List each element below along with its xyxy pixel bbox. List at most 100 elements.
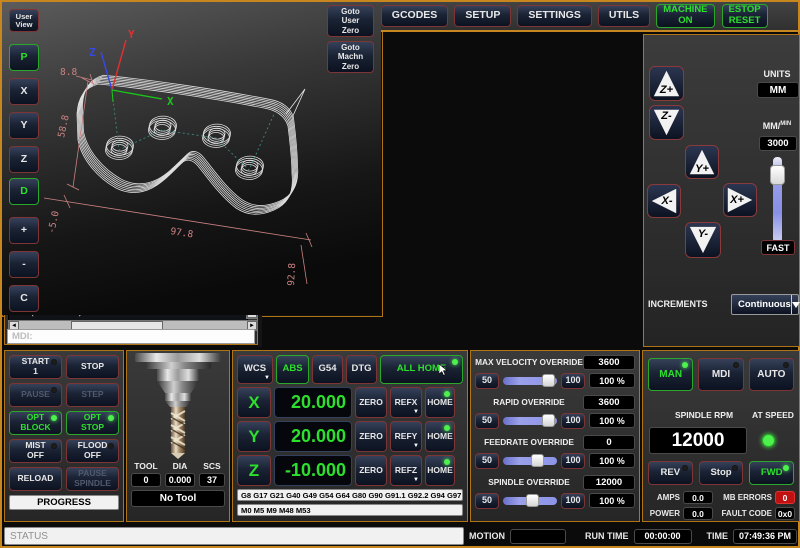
mode-panel: MAN MDI AUTO SPINDLE RPM AT SPEED 12000 … — [642, 350, 800, 522]
auto-mode-button[interactable]: AUTO — [749, 358, 794, 391]
motion-value — [510, 529, 566, 544]
override-slider[interactable] — [503, 417, 557, 425]
man-mode-button[interactable]: MAN — [648, 358, 693, 391]
fast-button[interactable]: FAST — [761, 240, 795, 255]
increments-label: INCREMENTS — [646, 299, 718, 309]
zero-z-button[interactable]: ZERO — [355, 455, 387, 486]
override-max-button[interactable]: 100 — [561, 413, 585, 429]
opt-stop-button[interactable]: OPT STOP — [66, 411, 119, 435]
dro-value-z: -10.000 — [274, 455, 352, 486]
amps-label: AMPS — [647, 493, 680, 502]
override-label: RAPID OVERRIDE — [475, 397, 583, 407]
time-label: TIME — [707, 531, 729, 541]
zero-x-button[interactable]: ZERO — [355, 387, 387, 418]
spindle-override: SPINDLE OVERRIDE1200050100100 % — [475, 474, 635, 511]
mdi-input[interactable]: MDI: — [7, 329, 255, 344]
view-button-user-view[interactable]: User View — [9, 9, 39, 32]
feed-unit-label: MM/MIN — [754, 121, 800, 131]
home-y-button[interactable]: HOME — [425, 421, 455, 452]
mdi-mode-button[interactable]: MDI — [698, 358, 743, 391]
view-button-y[interactable]: Y — [9, 112, 39, 139]
override-min-button[interactable]: 50 — [475, 493, 499, 509]
step-button[interactable]: STEP — [66, 383, 119, 407]
spindle-fwd-button[interactable]: FWD — [749, 461, 794, 485]
progress-bar: PROGRESS — [9, 495, 119, 510]
time-value: 07:49:36 PM — [733, 529, 797, 544]
override-percent: 100 % — [589, 493, 635, 508]
home-z-button[interactable]: HOME — [425, 455, 455, 486]
g54-button[interactable]: G54 — [312, 355, 343, 384]
jog-z-plus-button[interactable]: Z+ — [649, 66, 684, 101]
dtg-button[interactable]: DTG — [346, 355, 377, 384]
tab-settings[interactable]: SETTINGS — [517, 5, 592, 27]
tab-setup[interactable]: SETUP — [454, 5, 511, 27]
override-min-button[interactable]: 50 — [475, 373, 499, 389]
jog-x-plus-button[interactable]: X+ — [723, 183, 757, 217]
chevron-down-icon[interactable] — [791, 295, 800, 314]
override-min-button[interactable]: 50 — [475, 453, 499, 469]
rapid-override: RAPID OVERRIDE360050100100 % — [475, 394, 635, 431]
view-button-d[interactable]: D — [9, 178, 39, 205]
view-button-+[interactable]: + — [9, 217, 39, 244]
wcs-button[interactable]: WCS▼ — [237, 355, 273, 384]
override-min-button[interactable]: 50 — [475, 413, 499, 429]
spindle-rpm-display: 12000 — [649, 427, 747, 454]
override-value: 12000 — [583, 475, 635, 490]
tab-utils[interactable]: UTILS — [598, 5, 650, 27]
flood-off-button[interactable]: FLOOD OFF — [66, 439, 119, 463]
tool-diameter: 0.000 — [165, 473, 195, 487]
home-x-button[interactable]: HOME — [425, 387, 455, 418]
estop-reset-button[interactable]: ESTOP RESET — [722, 4, 768, 28]
spindle-rev-button[interactable]: REV — [648, 461, 693, 485]
refx-button[interactable]: REFX▼ — [390, 387, 422, 418]
jog-z-minus-button[interactable]: Z- — [649, 105, 684, 140]
jog-x-minus-button[interactable]: X- — [647, 184, 681, 218]
at-speed-label: AT SPEED — [749, 410, 797, 420]
goto-machine-zero-button[interactable]: Goto Machn Zero — [327, 41, 374, 73]
mb-errors-label: MB ERRORS — [716, 493, 772, 502]
override-slider[interactable] — [503, 457, 557, 465]
goto-user-zero-button[interactable]: Goto User Zero — [327, 5, 374, 37]
override-max-button[interactable]: 100 — [561, 373, 585, 389]
fault-code-label: FAULT CODE — [716, 509, 772, 518]
override-slider[interactable] — [503, 497, 557, 505]
tool-scs: 37 — [199, 473, 225, 487]
axis-x-button[interactable]: X — [237, 387, 271, 418]
dim-right: 92.8 — [286, 262, 298, 286]
view-button--[interactable]: - — [9, 251, 39, 278]
pause-button[interactable]: PAUSE — [9, 383, 62, 407]
all-home-button[interactable]: ALL HOME — [380, 355, 463, 384]
zero-y-button[interactable]: ZERO — [355, 421, 387, 452]
axis-y-button[interactable]: Y — [237, 421, 271, 452]
dro-panel: WCS▼ ABS G54 DTG ALL HOME X20.000ZEROREF… — [232, 350, 468, 522]
spindle-stop-button[interactable]: Stop — [699, 461, 744, 485]
axis-label-z: Z — [89, 46, 96, 59]
pause-spindle-button[interactable]: PAUSE SPINDLE — [66, 467, 119, 491]
increments-dropdown[interactable]: Continuous — [731, 294, 799, 315]
view-button-z[interactable]: Z — [9, 146, 39, 173]
start-1-button[interactable]: START 1 — [9, 355, 62, 379]
refz-button[interactable]: REFZ▼ — [390, 455, 422, 486]
view-button-c[interactable]: C — [9, 285, 39, 312]
refy-button[interactable]: REFY▼ — [390, 421, 422, 452]
reload-button[interactable]: RELOAD — [9, 467, 62, 491]
axis-z-button[interactable]: Z — [237, 455, 271, 486]
jog-y-minus-button[interactable]: Y- — [685, 222, 721, 258]
jog-y-plus-button[interactable]: Y+ — [685, 145, 719, 179]
mist-off-button[interactable]: MIST OFF — [9, 439, 62, 463]
override-max-button[interactable]: 100 — [561, 453, 585, 469]
jog-rate-slider[interactable] — [773, 157, 782, 243]
active-mcodes: M0 M5 M9 M48 M53 — [237, 504, 463, 516]
opt-block-button[interactable]: OPT BLOCK — [9, 411, 62, 435]
machine-on-button[interactable]: MACHINE ON — [656, 4, 714, 28]
stop-button[interactable]: STOP — [66, 355, 119, 379]
abs-button[interactable]: ABS — [276, 355, 309, 384]
override-slider[interactable] — [503, 377, 557, 385]
toolpath-graphic[interactable]: Y Z X 8.8 58.8 -5 — [2, 2, 381, 315]
override-max-button[interactable]: 100 — [561, 493, 585, 509]
power-label: POWER — [647, 509, 680, 518]
view-button-p[interactable]: P — [9, 44, 39, 71]
view-button-x[interactable]: X — [9, 78, 39, 105]
tab-gcodes[interactable]: GCODES — [381, 5, 449, 27]
program-control-panel: START 1STOPPAUSESTEPOPT BLOCKOPT STOPMIS… — [4, 350, 124, 522]
